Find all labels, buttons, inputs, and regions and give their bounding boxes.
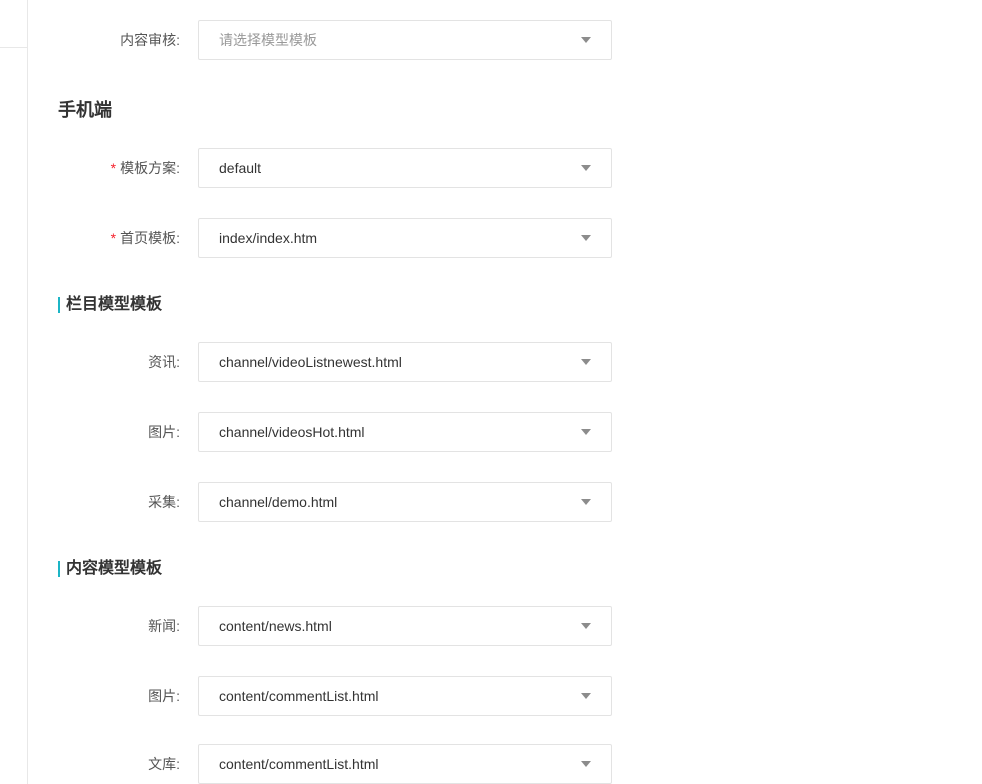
channel-template-label: 资讯:: [148, 354, 180, 370]
template-scheme-label: * 模板方案:: [111, 148, 180, 188]
required-mark: *: [110, 160, 117, 176]
caret-down-icon: [581, 693, 591, 699]
template-scheme-row: * 模板方案: default: [0, 148, 620, 188]
caret-down-icon: [581, 165, 591, 171]
template-scheme-value: default: [219, 160, 262, 176]
content-template-label: 图片:: [148, 688, 180, 704]
channel-template-label: 采集:: [148, 494, 180, 510]
content-review-select[interactable]: 请选择模型模板: [198, 20, 612, 60]
home-template-select[interactable]: index/index.htm: [198, 218, 612, 258]
home-template-label: * 首页模板:: [111, 218, 180, 258]
channel-template-select[interactable]: channel/demo.html: [198, 482, 612, 522]
caret-down-icon: [581, 623, 591, 629]
content-template-label: 新闻:: [148, 618, 180, 634]
content-template-value: content/commentList.html: [219, 756, 379, 772]
channel-template-row: 采集: channel/demo.html: [0, 482, 620, 522]
accent-bar: [58, 297, 60, 313]
left-panel: [0, 0, 28, 784]
content-review-label: 内容审核:: [120, 32, 180, 48]
home-template-label-text: 首页模板:: [120, 230, 180, 246]
content-template-value: content/news.html: [219, 618, 332, 634]
channel-template-value: channel/videosHot.html: [219, 424, 365, 440]
channel-template-value: channel/demo.html: [219, 494, 338, 510]
home-template-row: * 首页模板: index/index.htm: [0, 218, 620, 258]
content-template-row: 新闻: content/news.html: [0, 606, 620, 646]
content-template-select[interactable]: content/commentList.html: [198, 744, 612, 784]
channel-templates-title-text: 栏目模型模板: [66, 296, 163, 313]
channel-template-value: channel/videoListnewest.html: [219, 354, 402, 370]
channel-templates-title: 栏目模型模板: [58, 295, 162, 315]
channel-template-select[interactable]: channel/videoListnewest.html: [198, 342, 612, 382]
home-template-value: index/index.htm: [219, 230, 318, 246]
caret-down-icon: [581, 37, 591, 43]
content-template-row: 图片: content/commentList.html: [0, 676, 620, 716]
content-templates-title: 内容模型模板: [58, 559, 162, 579]
caret-down-icon: [581, 499, 591, 505]
content-template-row: 文库: content/commentList.html: [0, 744, 620, 784]
caret-down-icon: [581, 429, 591, 435]
template-scheme-select[interactable]: default: [198, 148, 612, 188]
channel-template-row: 图片: channel/videosHot.html: [0, 412, 620, 452]
content-templates-title-text: 内容模型模板: [66, 560, 163, 577]
content-template-select[interactable]: content/news.html: [198, 606, 612, 646]
caret-down-icon: [581, 235, 591, 241]
content-template-label: 文库:: [148, 756, 180, 772]
mobile-section-title: 手机端: [58, 100, 112, 120]
caret-down-icon: [581, 761, 591, 767]
channel-template-label: 图片:: [148, 424, 180, 440]
required-mark: *: [110, 230, 117, 246]
content-template-select[interactable]: content/commentList.html: [198, 676, 612, 716]
template-scheme-label-text: 模板方案:: [120, 160, 180, 176]
channel-template-row: 资讯: channel/videoListnewest.html: [0, 342, 620, 382]
channel-template-select[interactable]: channel/videosHot.html: [198, 412, 612, 452]
content-review-placeholder: 请选择模型模板: [219, 32, 317, 48]
accent-bar: [58, 561, 60, 577]
content-template-value: content/commentList.html: [219, 688, 379, 704]
content-review-row: 内容审核: 请选择模型模板: [0, 20, 620, 60]
caret-down-icon: [581, 359, 591, 365]
